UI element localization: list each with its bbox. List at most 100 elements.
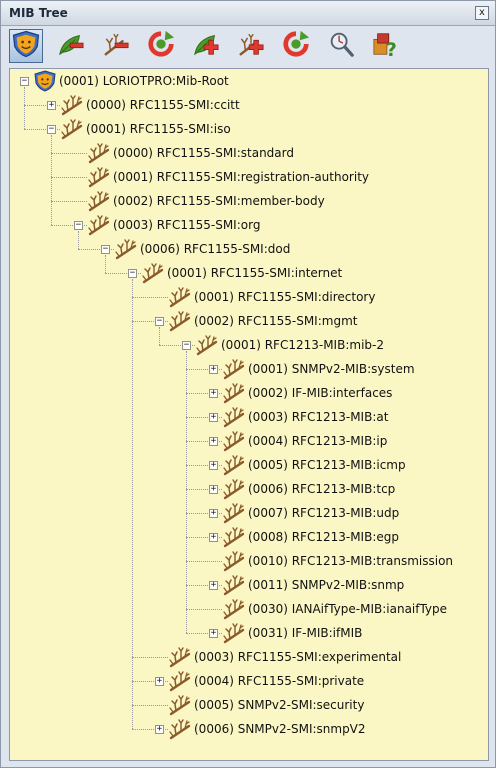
- tree-node[interactable]: − (0001) RFC1155-SMI:iso: [10, 118, 488, 140]
- tree-node[interactable]: (0005) SNMPv2-SMI:security: [10, 694, 488, 716]
- tree-node[interactable]: + (0006) SNMPv2-SMI:snmpV2: [10, 718, 488, 740]
- tree-node[interactable]: (0001) RFC1155-SMI:registration-authorit…: [10, 166, 488, 188]
- tree-node[interactable]: + (0000) RFC1155-SMI:ccitt: [10, 94, 488, 116]
- tree-node[interactable]: + (0004) RFC1213-MIB:ip: [10, 430, 488, 452]
- branch-icon: [222, 574, 246, 596]
- tree-node[interactable]: − (0001) RFC1213-MIB:mib-2: [10, 334, 488, 356]
- tree-node-label[interactable]: (0003) RFC1155-SMI:org: [113, 218, 260, 232]
- tree-node[interactable]: + (0011) SNMPv2-MIB:snmp: [10, 574, 488, 596]
- branch-icon: [222, 622, 246, 644]
- expand-toggle[interactable]: +: [209, 365, 218, 374]
- tree-node[interactable]: − (0001) RFC1155-SMI:internet: [10, 262, 488, 284]
- tree-node-label[interactable]: (0005) SNMPv2-SMI:security: [194, 698, 364, 712]
- tree-node-label[interactable]: (0001) RFC1155-SMI:iso: [86, 122, 231, 136]
- branch-icon: [222, 382, 246, 404]
- branch-plus-icon: [236, 30, 266, 62]
- collapse-toggle[interactable]: −: [20, 77, 29, 86]
- tree-node-label[interactable]: (0001) RFC1213-MIB:mib-2: [221, 338, 384, 352]
- tree-node-label[interactable]: (0031) IF-MIB:ifMIB: [248, 626, 362, 640]
- remove-node-button[interactable]: [54, 29, 88, 63]
- tree-node-label[interactable]: (0006) RFC1155-SMI:dod: [140, 242, 290, 256]
- mib-tree-view[interactable]: − (0001) LORIOTPRO:Mib-Root + (0000) RFC115…: [9, 68, 489, 761]
- tree-node-label[interactable]: (0004) RFC1155-SMI:private: [194, 674, 364, 688]
- tree-node-label[interactable]: (0004) RFC1213-MIB:ip: [248, 434, 387, 448]
- tree-node[interactable]: (0001) RFC1155-SMI:directory: [10, 286, 488, 308]
- tree-node-label[interactable]: (0008) RFC1213-MIB:egp: [248, 530, 399, 544]
- tree-node-label[interactable]: (0001) RFC1155-SMI:directory: [194, 290, 375, 304]
- expand-toggle[interactable]: +: [209, 437, 218, 446]
- tree-node[interactable]: − (0001) LORIOTPRO:Mib-Root: [10, 70, 488, 92]
- tree-node-label[interactable]: (0001) RFC1155-SMI:internet: [167, 266, 342, 280]
- collapse-toggle[interactable]: −: [74, 221, 83, 230]
- add-node-button[interactable]: [189, 29, 223, 63]
- leaf-plus-icon: [191, 30, 221, 62]
- tree-node[interactable]: + (0004) RFC1155-SMI:private: [10, 670, 488, 692]
- expand-toggle[interactable]: +: [47, 101, 56, 110]
- tree-node-label[interactable]: (0001) RFC1155-SMI:registration-authorit…: [113, 170, 369, 184]
- tree-node-label[interactable]: (0010) RFC1213-MIB:transmission: [248, 554, 453, 568]
- tree-node[interactable]: (0030) IANAifType-MIB:ianaifType: [10, 598, 488, 620]
- refresh-button[interactable]: [144, 29, 178, 63]
- tree-node-label[interactable]: (0003) RFC1213-MIB:at: [248, 410, 388, 424]
- tree-node-label[interactable]: (0011) SNMPv2-MIB:snmp: [248, 578, 404, 592]
- collapse-branch-button[interactable]: [99, 29, 133, 63]
- tree-node[interactable]: − (0002) RFC1155-SMI:mgmt: [10, 310, 488, 332]
- tree-node[interactable]: (0010) RFC1213-MIB:transmission: [10, 550, 488, 572]
- tree-node[interactable]: − (0003) RFC1155-SMI:org: [10, 214, 488, 236]
- refresh-all-button[interactable]: [279, 29, 313, 63]
- branch-icon: [222, 478, 246, 500]
- tree-node[interactable]: + (0003) RFC1213-MIB:at: [10, 406, 488, 428]
- tree-node[interactable]: (0000) RFC1155-SMI:standard: [10, 142, 488, 164]
- collapse-toggle[interactable]: −: [182, 341, 191, 350]
- tree-node[interactable]: (0002) RFC1155-SMI:member-body: [10, 190, 488, 212]
- tree-node-label[interactable]: (0001) SNMPv2-MIB:system: [248, 362, 415, 376]
- expand-toggle[interactable]: +: [209, 389, 218, 398]
- branch-icon: [60, 94, 84, 116]
- branch-icon: [222, 502, 246, 524]
- branch-minus-icon: [101, 30, 131, 62]
- expand-toggle[interactable]: +: [209, 461, 218, 470]
- tree-node-label[interactable]: (0002) IF-MIB:interfaces: [248, 386, 392, 400]
- help-button[interactable]: ?: [369, 29, 403, 63]
- tree-node-label[interactable]: (0030) IANAifType-MIB:ianaifType: [248, 602, 447, 616]
- help-icon: ?: [371, 30, 401, 62]
- tree-node[interactable]: + (0005) RFC1213-MIB:icmp: [10, 454, 488, 476]
- tree-node[interactable]: (0003) RFC1155-SMI:experimental: [10, 646, 488, 668]
- expand-toggle[interactable]: +: [209, 413, 218, 422]
- expand-branch-button[interactable]: [234, 29, 268, 63]
- tree-node-label[interactable]: (0000) RFC1155-SMI:ccitt: [86, 98, 240, 112]
- expand-toggle[interactable]: +: [155, 725, 164, 734]
- tree-node[interactable]: + (0001) SNMPv2-MIB:system: [10, 358, 488, 380]
- expand-toggle[interactable]: +: [209, 581, 218, 590]
- tree-node-label[interactable]: (0007) RFC1213-MIB:udp: [248, 506, 399, 520]
- tree-node-label[interactable]: (0002) RFC1155-SMI:member-body: [113, 194, 325, 208]
- expand-toggle[interactable]: +: [155, 677, 164, 686]
- collapse-toggle[interactable]: −: [47, 125, 56, 134]
- tree-node-label[interactable]: (0005) RFC1213-MIB:icmp: [248, 458, 406, 472]
- refresh-icon: [281, 30, 311, 62]
- expand-toggle[interactable]: +: [209, 509, 218, 518]
- tree-node[interactable]: + (0007) RFC1213-MIB:udp: [10, 502, 488, 524]
- mib-root-button[interactable]: [9, 29, 43, 63]
- tree-node[interactable]: + (0031) IF-MIB:ifMIB: [10, 622, 488, 644]
- tree-node[interactable]: + (0002) IF-MIB:interfaces: [10, 382, 488, 404]
- tree-node-label[interactable]: (0000) RFC1155-SMI:standard: [113, 146, 294, 160]
- tree-node-label[interactable]: (0006) RFC1213-MIB:tcp: [248, 482, 395, 496]
- collapse-toggle[interactable]: −: [155, 317, 164, 326]
- expand-toggle[interactable]: +: [209, 533, 218, 542]
- expand-toggle[interactable]: +: [209, 485, 218, 494]
- branch-icon: [168, 286, 192, 308]
- tree-node[interactable]: + (0006) RFC1213-MIB:tcp: [10, 478, 488, 500]
- expand-toggle[interactable]: +: [209, 629, 218, 638]
- tree-node-label[interactable]: (0003) RFC1155-SMI:experimental: [194, 650, 401, 664]
- tree-node-label[interactable]: (0001) LORIOTPRO:Mib-Root: [59, 74, 229, 88]
- branch-icon: [114, 238, 138, 260]
- tree-node-label[interactable]: (0006) SNMPv2-SMI:snmpV2: [194, 722, 366, 736]
- search-button[interactable]: [324, 29, 358, 63]
- collapse-toggle[interactable]: −: [101, 245, 110, 254]
- close-button[interactable]: x: [475, 6, 489, 20]
- tree-node-label[interactable]: (0002) RFC1155-SMI:mgmt: [194, 314, 357, 328]
- collapse-toggle[interactable]: −: [128, 269, 137, 278]
- tree-node[interactable]: + (0008) RFC1213-MIB:egp: [10, 526, 488, 548]
- tree-node[interactable]: − (0006) RFC1155-SMI:dod: [10, 238, 488, 260]
